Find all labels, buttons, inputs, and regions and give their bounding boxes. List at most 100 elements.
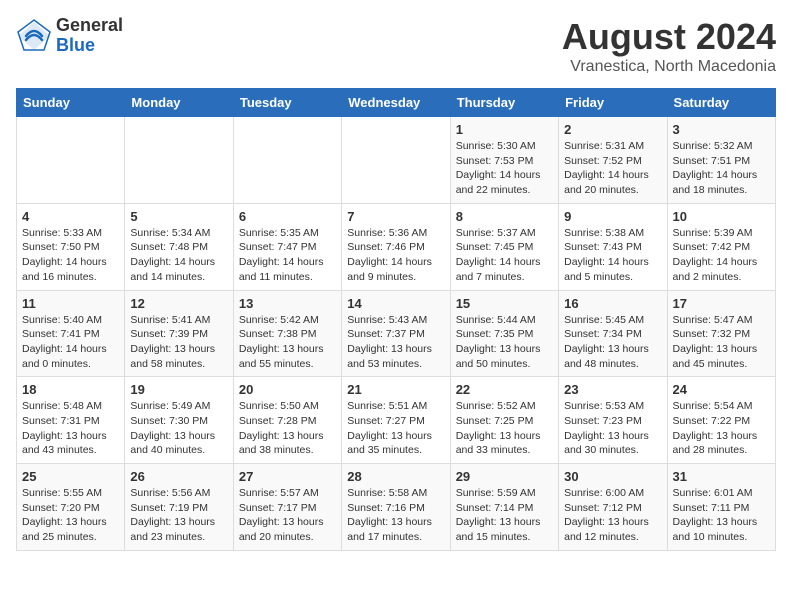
calendar-cell: 16 Sunrise: 5:45 AM Sunset: 7:34 PM Dayli… [559,290,667,377]
day-number: 23 [564,382,661,397]
week-row-4: 18 Sunrise: 5:48 AM Sunset: 7:31 PM Dayli… [17,377,776,464]
calendar-cell: 28Sunrise: 5:58 AM Sunset: 7:16 PM Dayli… [342,464,450,551]
cell-info: Sunrise: 5:35 AM Sunset: 7:47 PM Dayligh… [239,226,336,285]
week-row-1: 1 Sunrise: 5:30 AM Sunset: 7:53 PM Daylig… [17,117,776,204]
cell-info: Sunrise: 5:56 AM Sunset: 7:19 PM Dayligh… [130,486,227,545]
day-number: 10 [673,209,770,224]
column-header-sunday: Sunday [17,89,125,117]
day-number: 28 [347,469,444,484]
day-number: 19 [130,382,227,397]
calendar-cell: 20 Sunrise: 5:50 AM Sunset: 7:28 PM Dayli… [233,377,341,464]
day-number: 5 [130,209,227,224]
cell-info: Sunrise: 5:43 AM Sunset: 7:37 PM Dayligh… [347,313,444,372]
cell-info: Sunrise: 5:32 AM Sunset: 7:51 PM Dayligh… [673,139,770,198]
day-number: 13 [239,296,336,311]
calendar-cell [125,117,233,204]
cell-info: Sunrise: 5:45 AM Sunset: 7:34 PM Dayligh… [564,313,661,372]
cell-info: Sunrise: 5:42 AM Sunset: 7:38 PM Dayligh… [239,313,336,372]
logo-icon [16,18,52,54]
calendar-cell: 13 Sunrise: 5:42 AM Sunset: 7:38 PM Dayli… [233,290,341,377]
cell-info: Sunrise: 5:39 AM Sunset: 7:42 PM Dayligh… [673,226,770,285]
week-row-3: 11 Sunrise: 5:40 AM Sunset: 7:41 PM Dayli… [17,290,776,377]
calendar-table: SundayMondayTuesdayWednesdayThursdayFrid… [16,88,776,551]
main-title: August 2024 [562,16,776,58]
cell-info: Sunrise: 5:48 AM Sunset: 7:31 PM Dayligh… [22,399,119,458]
cell-info: Sunrise: 5:34 AM Sunset: 7:48 PM Dayligh… [130,226,227,285]
cell-info: Sunrise: 5:55 AM Sunset: 7:20 PM Dayligh… [22,486,119,545]
day-number: 16 [564,296,661,311]
column-header-thursday: Thursday [450,89,558,117]
logo-blue: Blue [56,36,123,56]
cell-info: Sunrise: 5:30 AM Sunset: 7:53 PM Dayligh… [456,139,553,198]
calendar-cell: 4Sunrise: 5:33 AM Sunset: 7:50 PM Daylig… [17,203,125,290]
calendar-cell: 18 Sunrise: 5:48 AM Sunset: 7:31 PM Dayli… [17,377,125,464]
day-number: 22 [456,382,553,397]
day-number: 11 [22,296,119,311]
page-header: General Blue August 2024 Vranestica, Nor… [16,16,776,76]
day-number: 8 [456,209,553,224]
calendar-cell: 26 Sunrise: 5:56 AM Sunset: 7:19 PM Dayli… [125,464,233,551]
day-number: 26 [130,469,227,484]
calendar-cell: 17Sunrise: 5:47 AM Sunset: 7:32 PM Dayli… [667,290,775,377]
calendar-header-row: SundayMondayTuesdayWednesdayThursdayFrid… [17,89,776,117]
cell-info: Sunrise: 6:00 AM Sunset: 7:12 PM Dayligh… [564,486,661,545]
calendar-cell: 29 Sunrise: 5:59 AM Sunset: 7:14 PM Dayli… [450,464,558,551]
calendar-cell: 2Sunrise: 5:31 AM Sunset: 7:52 PM Daylig… [559,117,667,204]
calendar-cell: 7Sunrise: 5:36 AM Sunset: 7:46 PM Daylig… [342,203,450,290]
subtitle: Vranestica, North Macedonia [562,58,776,76]
calendar-cell: 9Sunrise: 5:38 AM Sunset: 7:43 PM Daylig… [559,203,667,290]
logo-text: General Blue [56,16,123,56]
day-number: 12 [130,296,227,311]
week-row-2: 4Sunrise: 5:33 AM Sunset: 7:50 PM Daylig… [17,203,776,290]
day-number: 21 [347,382,444,397]
day-number: 18 [22,382,119,397]
day-number: 24 [673,382,770,397]
column-header-monday: Monday [125,89,233,117]
calendar-cell: 11 Sunrise: 5:40 AM Sunset: 7:41 PM Dayli… [17,290,125,377]
day-number: 20 [239,382,336,397]
cell-info: Sunrise: 5:54 AM Sunset: 7:22 PM Dayligh… [673,399,770,458]
calendar-cell: 5 Sunrise: 5:34 AM Sunset: 7:48 PM Daylig… [125,203,233,290]
day-number: 25 [22,469,119,484]
calendar-cell [233,117,341,204]
calendar-cell: 1 Sunrise: 5:30 AM Sunset: 7:53 PM Daylig… [450,117,558,204]
logo-general: General [56,16,123,36]
calendar-cell: 15 Sunrise: 5:44 AM Sunset: 7:35 PM Dayli… [450,290,558,377]
cell-info: Sunrise: 5:44 AM Sunset: 7:35 PM Dayligh… [456,313,553,372]
cell-info: Sunrise: 5:49 AM Sunset: 7:30 PM Dayligh… [130,399,227,458]
calendar-cell: 3 Sunrise: 5:32 AM Sunset: 7:51 PM Daylig… [667,117,775,204]
day-number: 31 [673,469,770,484]
cell-info: Sunrise: 5:52 AM Sunset: 7:25 PM Dayligh… [456,399,553,458]
cell-info: Sunrise: 5:50 AM Sunset: 7:28 PM Dayligh… [239,399,336,458]
cell-info: Sunrise: 5:47 AM Sunset: 7:32 PM Dayligh… [673,313,770,372]
calendar-cell: 10 Sunrise: 5:39 AM Sunset: 7:42 PM Dayli… [667,203,775,290]
day-number: 29 [456,469,553,484]
cell-info: Sunrise: 5:40 AM Sunset: 7:41 PM Dayligh… [22,313,119,372]
day-number: 30 [564,469,661,484]
calendar-cell: 22 Sunrise: 5:52 AM Sunset: 7:25 PM Dayli… [450,377,558,464]
day-number: 4 [22,209,119,224]
calendar-cell: 8 Sunrise: 5:37 AM Sunset: 7:45 PM Daylig… [450,203,558,290]
cell-info: Sunrise: 5:57 AM Sunset: 7:17 PM Dayligh… [239,486,336,545]
day-number: 3 [673,122,770,137]
calendar-cell [17,117,125,204]
cell-info: Sunrise: 6:01 AM Sunset: 7:11 PM Dayligh… [673,486,770,545]
cell-info: Sunrise: 5:59 AM Sunset: 7:14 PM Dayligh… [456,486,553,545]
day-number: 7 [347,209,444,224]
cell-info: Sunrise: 5:41 AM Sunset: 7:39 PM Dayligh… [130,313,227,372]
calendar-cell: 6Sunrise: 5:35 AM Sunset: 7:47 PM Daylig… [233,203,341,290]
calendar-cell: 12 Sunrise: 5:41 AM Sunset: 7:39 PM Dayli… [125,290,233,377]
calendar-cell: 30 Sunrise: 6:00 AM Sunset: 7:12 PM Dayli… [559,464,667,551]
column-header-friday: Friday [559,89,667,117]
day-number: 9 [564,209,661,224]
day-number: 15 [456,296,553,311]
calendar-cell: 24 Sunrise: 5:54 AM Sunset: 7:22 PM Dayli… [667,377,775,464]
day-number: 2 [564,122,661,137]
title-block: August 2024 Vranestica, North Macedonia [562,16,776,76]
calendar-cell: 31 Sunrise: 6:01 AM Sunset: 7:11 PM Dayli… [667,464,775,551]
calendar-cell: 19 Sunrise: 5:49 AM Sunset: 7:30 PM Dayli… [125,377,233,464]
day-number: 1 [456,122,553,137]
day-number: 14 [347,296,444,311]
cell-info: Sunrise: 5:51 AM Sunset: 7:27 PM Dayligh… [347,399,444,458]
cell-info: Sunrise: 5:37 AM Sunset: 7:45 PM Dayligh… [456,226,553,285]
